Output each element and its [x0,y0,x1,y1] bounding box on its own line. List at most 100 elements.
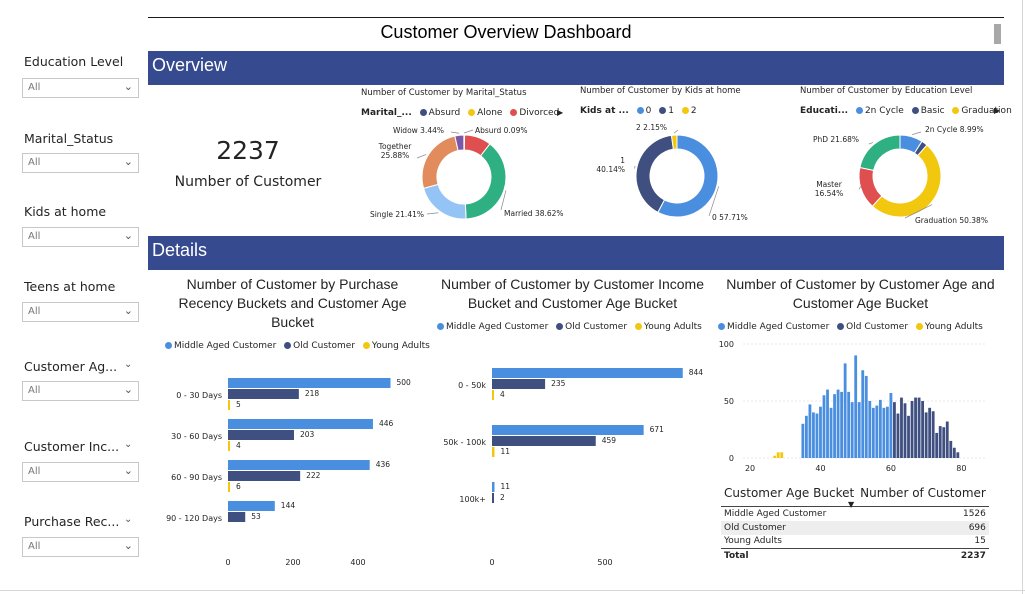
histogram-bar [829,407,833,458]
donut-slice [464,143,507,220]
histogram-bar [822,395,826,458]
legend-item: Absurd [428,108,461,118]
histogram-bar [893,402,896,458]
legend-item: Old Customer [565,322,628,332]
slicer-label[interactable]: Purchase Rec... [24,514,119,529]
sort-descending-icon[interactable]: ▼ [848,500,854,509]
tick-label: 500 [597,558,612,567]
kpi-value: 2237 [216,136,280,165]
histogram-bar [878,399,882,458]
slicer-dropdown[interactable]: All ⌄ [22,381,139,401]
histogram-bar [857,402,861,458]
legend-swatch [837,322,845,330]
slice-label: 40.14% [596,165,625,174]
histogram-bar [776,452,780,458]
tick-label: 0 [489,558,494,567]
histogram-bar [910,401,914,458]
data-label: 235 [551,379,566,388]
chevron-down-icon: ⌄ [123,464,133,477]
slice-label: Together [378,142,413,151]
legend-item: Middle Aged Customer [446,322,549,332]
scrollbar-thumb[interactable] [994,24,1001,44]
data-label: 459 [602,436,617,445]
chevron-down-icon: ⌄ [123,304,133,317]
histogram-bar [843,363,847,458]
table-row[interactable]: Young Adults 15 [721,535,989,549]
chevron-down-icon[interactable]: ⌄ [124,359,132,370]
slicer-value: All [28,82,41,93]
slicer-dropdown[interactable]: All ⌄ [22,537,139,557]
table-cell: Middle Aged Customer [724,508,827,519]
chevron-down-icon[interactable]: ⌄ [124,439,132,450]
slicer-label: Teens at home [24,279,116,294]
legend-item: Young Adults [924,322,983,332]
histogram-bar [924,412,928,458]
data-label: 218 [305,389,320,398]
slicer-value: All [28,541,41,552]
legend-swatch [718,322,725,330]
legend-swatch [468,108,476,116]
table-header-cell[interactable]: Number of Customer [857,486,989,507]
slicer-dropdown[interactable]: All ⌄ [22,78,139,98]
bar [228,400,230,410]
legend-item: Middle Aged Customer [727,322,830,332]
legend-swatch [911,106,919,114]
histogram-bar [921,401,925,458]
histogram-bar [949,440,953,458]
histogram-bar [928,407,932,458]
bar [492,425,644,435]
category-label: 0 - 50k [458,381,486,390]
education-legend: Educati... 2n Cycle Basic Graduation [800,106,1012,116]
age-histogram-chart: 0 50 100 20 40 60 80 [719,340,986,473]
data-label: 4 [500,390,505,399]
legend-swatch [362,341,370,349]
slicer-dropdown[interactable]: All ⌄ [22,302,139,322]
legend-next-icon[interactable]: ▶ [994,106,1000,115]
category-label: 0 - 30 Days [176,391,222,400]
tick-label: 200 [285,558,300,567]
histogram-bar [945,421,949,458]
slicer-dropdown[interactable]: All ⌄ [22,227,139,247]
legend-item: Middle Aged Customer [174,341,277,351]
slicer-label[interactable]: Customer Inc... [24,439,119,454]
legend-next-icon[interactable]: ▶ [557,108,563,117]
histogram-bar [808,404,812,458]
age-bucket-table: Customer Age Bucket Number of Customer M… [721,486,989,563]
tick-label: 0 [225,558,230,567]
slicer-label[interactable]: Customer Ag... [24,359,117,374]
data-label: 5 [236,400,241,409]
chevron-down-icon: ⌄ [123,80,133,93]
data-label: 203 [300,430,315,439]
details-banner-label: Details [152,240,208,260]
legend-swatch [634,322,642,330]
bar [228,471,301,481]
legend-item: 2 [690,106,697,116]
chevron-down-icon: ⌄ [123,155,133,168]
tick-label: 50 [724,397,734,406]
legend-title: Educati... [800,106,849,116]
slicer-dropdown[interactable]: All ⌄ [22,153,139,173]
histogram-bar [812,412,815,458]
data-label: 144 [281,501,296,510]
bar [228,460,370,470]
legend-item: 2n Cycle [864,106,904,116]
chevron-down-icon: ⌄ [123,383,133,396]
table-header-cell[interactable]: Customer Age Bucket [721,486,858,507]
slicer-dropdown[interactable]: All ⌄ [22,462,139,482]
chevron-down-icon: ⌄ [123,229,133,242]
bar [228,482,230,492]
leader-line [426,212,439,215]
category-label: 60 - 90 Days [171,473,222,482]
chevron-down-icon[interactable]: ⌄ [124,514,132,525]
bar [228,389,299,399]
income-chart-title: Number of Customer by Customer Income Bu… [441,276,704,311]
histogram-bar [903,403,907,458]
recency-legend: Middle Aged Customer Old Customer Young … [160,341,430,351]
table-row[interactable]: Old Customer 696 [721,520,989,535]
table-row[interactable]: Middle Aged Customer 1526 [721,507,989,521]
leader-line [416,154,427,159]
income-bar-chart: 0 - 50k 844 235 4 50k - 100k 671 459 11 100k+ 11 2… [443,368,703,567]
legend-swatch [855,106,863,114]
histogram-bar [931,411,935,458]
histogram-bar [773,455,777,458]
